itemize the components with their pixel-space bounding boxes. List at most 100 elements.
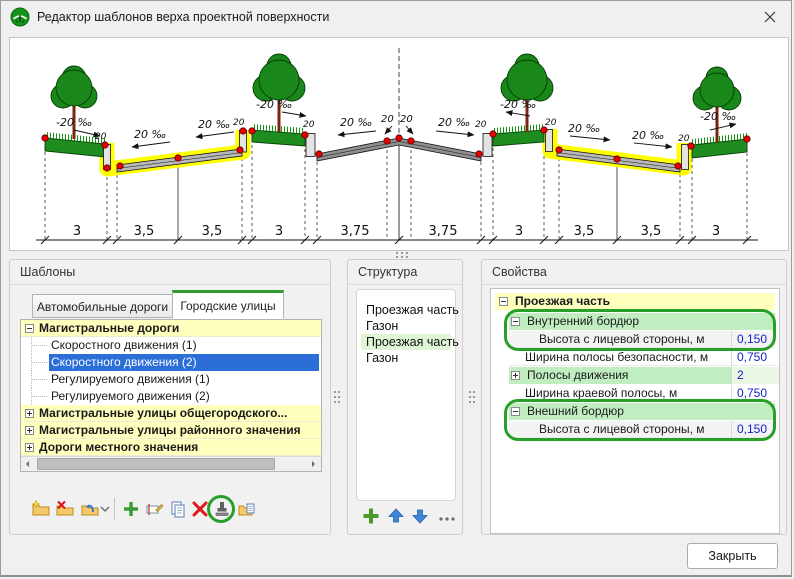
horizontal-splitter[interactable] (9, 250, 787, 258)
arrow-up-icon (386, 506, 406, 526)
copy-template-button[interactable] (167, 498, 189, 520)
arrow-down-icon (410, 506, 430, 526)
slope-label: -20 ‰ (500, 98, 536, 111)
properties-panel: Свойства Проезжая часть Внутренний бордю… (481, 259, 787, 535)
structure-panel: Структура Проезжая часть Газон Проезжая … (347, 259, 463, 535)
slope-label: 20 (381, 114, 394, 125)
tree-item-row[interactable]: Скоростного движения (1) (21, 337, 321, 354)
expand-icon[interactable] (25, 426, 34, 435)
svg-text:20: 20 (233, 118, 245, 128)
rename-template-button[interactable] (144, 498, 166, 520)
property-value[interactable]: 0,750 (731, 349, 780, 366)
copy-template-to-folder-button[interactable] (236, 498, 258, 520)
tab-city-streets[interactable]: Городские улицы (172, 290, 284, 319)
templates-panel-title: Шаблоны (10, 260, 330, 285)
property-root-row[interactable]: Проезжая часть (495, 293, 775, 310)
splitter-grip-icon (469, 391, 471, 393)
property-value[interactable]: 0,150 (731, 421, 780, 438)
property-value[interactable]: 0,150 (731, 331, 780, 348)
structure-list-item[interactable]: Газон (361, 318, 451, 334)
tree-group-row[interactable]: Дороги местного значения (21, 439, 321, 456)
tab-highway-roads[interactable]: Автомобильные дороги (32, 294, 172, 318)
slope-label: 20 ‰ (340, 116, 372, 129)
highlight-annotation-toolbar (207, 495, 235, 523)
close-icon[interactable] (763, 10, 777, 24)
slope-label: -20 ‰ (56, 116, 92, 129)
slope-label: 20 ‰ (568, 122, 600, 135)
close-button[interactable]: Закрыть (687, 543, 778, 569)
cross-section-canvas[interactable]: -20 ‰ 20 ‰ 20 ‰ -20 ‰ 20 ‰ 20 20 20 ‰ 20… (9, 37, 789, 251)
move-up-button[interactable] (385, 505, 407, 527)
expand-icon[interactable] (25, 409, 34, 418)
scrollbar-thumb[interactable] (37, 458, 275, 470)
svg-text:20: 20 (475, 120, 487, 130)
move-to-folder-icon (80, 499, 100, 519)
triangle-left-icon (26, 461, 29, 467)
delete-folder-button[interactable] (54, 498, 76, 520)
structure-list-item-selected[interactable]: Проезжая часть (361, 334, 451, 350)
tree-item-row[interactable]: Регулируемого движения (2) (21, 388, 321, 405)
toolbar-separator (114, 498, 115, 520)
copy-to-folder-icon (237, 499, 257, 519)
scroll-right-button[interactable] (306, 457, 321, 471)
move-down-button[interactable] (409, 505, 431, 527)
dimension-label: 3 (712, 224, 720, 239)
collapse-icon[interactable] (511, 407, 520, 416)
svg-text:20: 20 (545, 118, 557, 128)
tree-group-row[interactable]: Магистральные улицы общегородского... (21, 405, 321, 422)
move-to-folder-button[interactable] (79, 498, 101, 520)
expand-icon[interactable] (511, 371, 520, 380)
title-bar[interactable]: Редактор шаблонов верха проектной поверх… (1, 1, 791, 33)
property-row[interactable]: Высота с лицевой стороны, м 0,150 (509, 331, 775, 348)
panel-splitter-right[interactable] (467, 389, 477, 409)
dimension-label: 3 (275, 224, 283, 239)
property-group-row-inner-curb[interactable]: Внутренний бордюр (509, 313, 775, 330)
structure-list-item[interactable]: Газон (361, 350, 451, 366)
scroll-left-button[interactable] (21, 457, 36, 471)
templates-toolbar (10, 498, 330, 526)
triangle-right-icon (312, 461, 315, 467)
tree-group-row[interactable]: Магистральные улицы районного значения (21, 422, 321, 439)
tree-4 (693, 67, 741, 142)
slope-label: 20 (400, 114, 413, 125)
dimension-label: 3,5 (134, 224, 155, 239)
dimension-label: 3,75 (429, 224, 458, 239)
tree-item-row[interactable]: Регулируемого движения (1) (21, 371, 321, 388)
property-row[interactable]: Ширина полосы безопасности, м 0,750 (509, 349, 775, 366)
property-group-row-lanes[interactable]: Полосы движения 2 (509, 367, 775, 384)
property-row[interactable]: Ширина краевой полосы, м 0,750 (509, 385, 775, 402)
property-group-row-outer-curb[interactable]: Внешний бордюр (509, 403, 775, 420)
slope-labels: -20 ‰ 20 ‰ 20 ‰ -20 ‰ 20 ‰ 20 20 20 ‰ 20… (56, 98, 736, 142)
svg-text:20: 20 (95, 132, 107, 142)
chevron-down-icon[interactable] (100, 498, 112, 520)
panel-splitter-left[interactable] (332, 389, 342, 409)
add-element-button[interactable] (360, 505, 382, 527)
slope-label: 20 ‰ (632, 129, 664, 142)
collapse-icon[interactable] (499, 297, 508, 306)
add-template-button[interactable] (120, 498, 142, 520)
tree-item-row-selected[interactable]: Скоростного движения (2) (21, 354, 321, 371)
splitter-grip-icon (396, 252, 398, 254)
collapse-icon[interactable] (25, 324, 34, 333)
new-folder-button[interactable] (30, 498, 52, 520)
tree-horizontal-scrollbar[interactable] (21, 456, 321, 471)
splitter-grip-icon (334, 391, 336, 393)
svg-text:20: 20 (303, 120, 315, 130)
property-value[interactable]: 2 (731, 367, 780, 384)
slope-label: -20 ‰ (700, 110, 736, 123)
slope-label: 20 ‰ (438, 116, 470, 129)
structure-panel-title: Структура (348, 260, 462, 285)
collapse-icon[interactable] (511, 317, 520, 326)
rename-icon (145, 499, 165, 519)
structure-list-item[interactable]: Проезжая часть (361, 302, 451, 318)
tree-group-row[interactable]: Магистральные дороги (21, 320, 321, 337)
dimension-label: 3 (73, 224, 81, 239)
property-row[interactable]: Высота с лицевой стороны, м 0,150 (509, 421, 775, 438)
property-value[interactable]: 0,750 (731, 385, 780, 402)
dimension-label: 3,5 (641, 224, 662, 239)
expand-icon[interactable] (25, 443, 34, 452)
templates-panel: Шаблоны Автомобильные дороги Городские у… (9, 259, 331, 535)
plus-icon (121, 499, 141, 519)
window-title: Редактор шаблонов верха проектной поверх… (37, 10, 329, 24)
more-options-button[interactable] (436, 505, 458, 527)
